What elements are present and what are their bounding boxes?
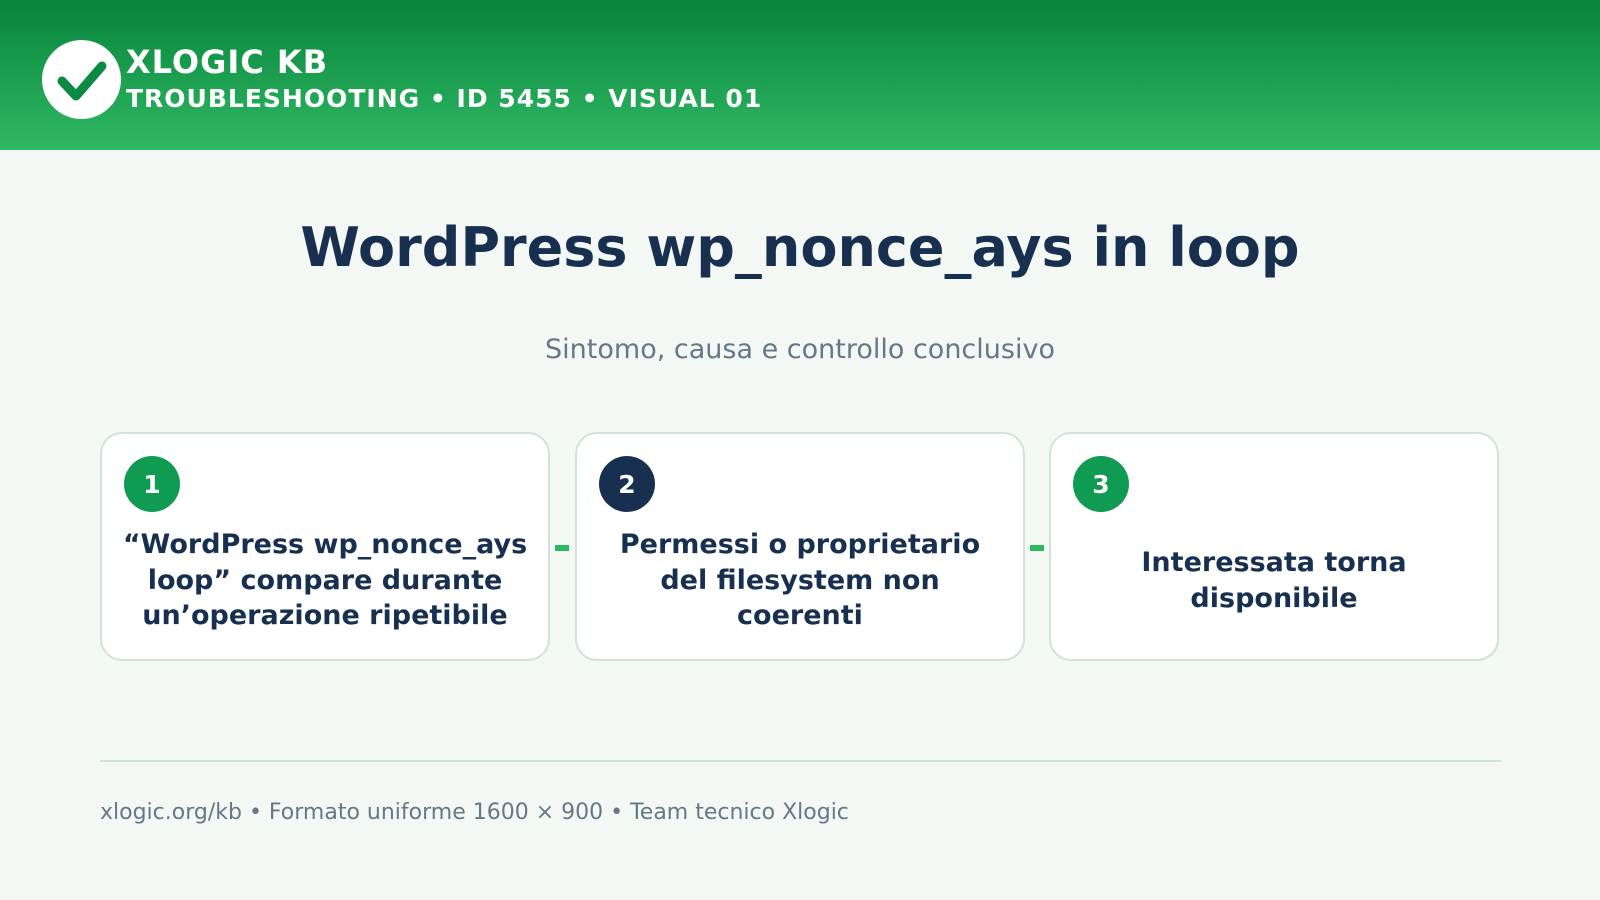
brand-subtitle: TROUBLESHOOTING • ID 5455 • VISUAL 01 — [126, 84, 763, 113]
logo — [42, 40, 121, 119]
step-card-3: 3 Interessata torna disponibile — [1049, 432, 1499, 661]
connector-line — [555, 545, 569, 551]
brand-name: XLOGIC KB — [126, 43, 329, 81]
header-banner: XLOGIC KB TROUBLESHOOTING • ID 5455 • VI… — [0, 0, 1600, 150]
step-number-badge: 1 — [124, 456, 180, 512]
connector-line — [1030, 545, 1044, 551]
step-number-badge: 3 — [1073, 456, 1129, 512]
step-card-1: 1 “WordPress wp_nonce_ays loop” compare … — [100, 432, 550, 661]
footer-divider — [100, 760, 1501, 762]
step-card-2: 2 Permessi o proprietario del filesystem… — [575, 432, 1025, 661]
step-text: Interessata torna disponibile — [1141, 546, 1407, 614]
step-text: “WordPress wp_nonce_ays loop” compare du… — [122, 528, 528, 632]
page-title: WordPress wp_nonce_ays in loop — [300, 216, 1300, 279]
step-number-badge: 2 — [599, 456, 655, 512]
footer-text: xlogic.org/kb • Formato uniforme 1600 × … — [100, 800, 849, 825]
step-text: Permessi o proprietario del filesystem n… — [619, 528, 981, 632]
page-subtitle: Sintomo, causa e controllo conclusivo — [545, 334, 1055, 365]
check-icon — [57, 61, 107, 101]
